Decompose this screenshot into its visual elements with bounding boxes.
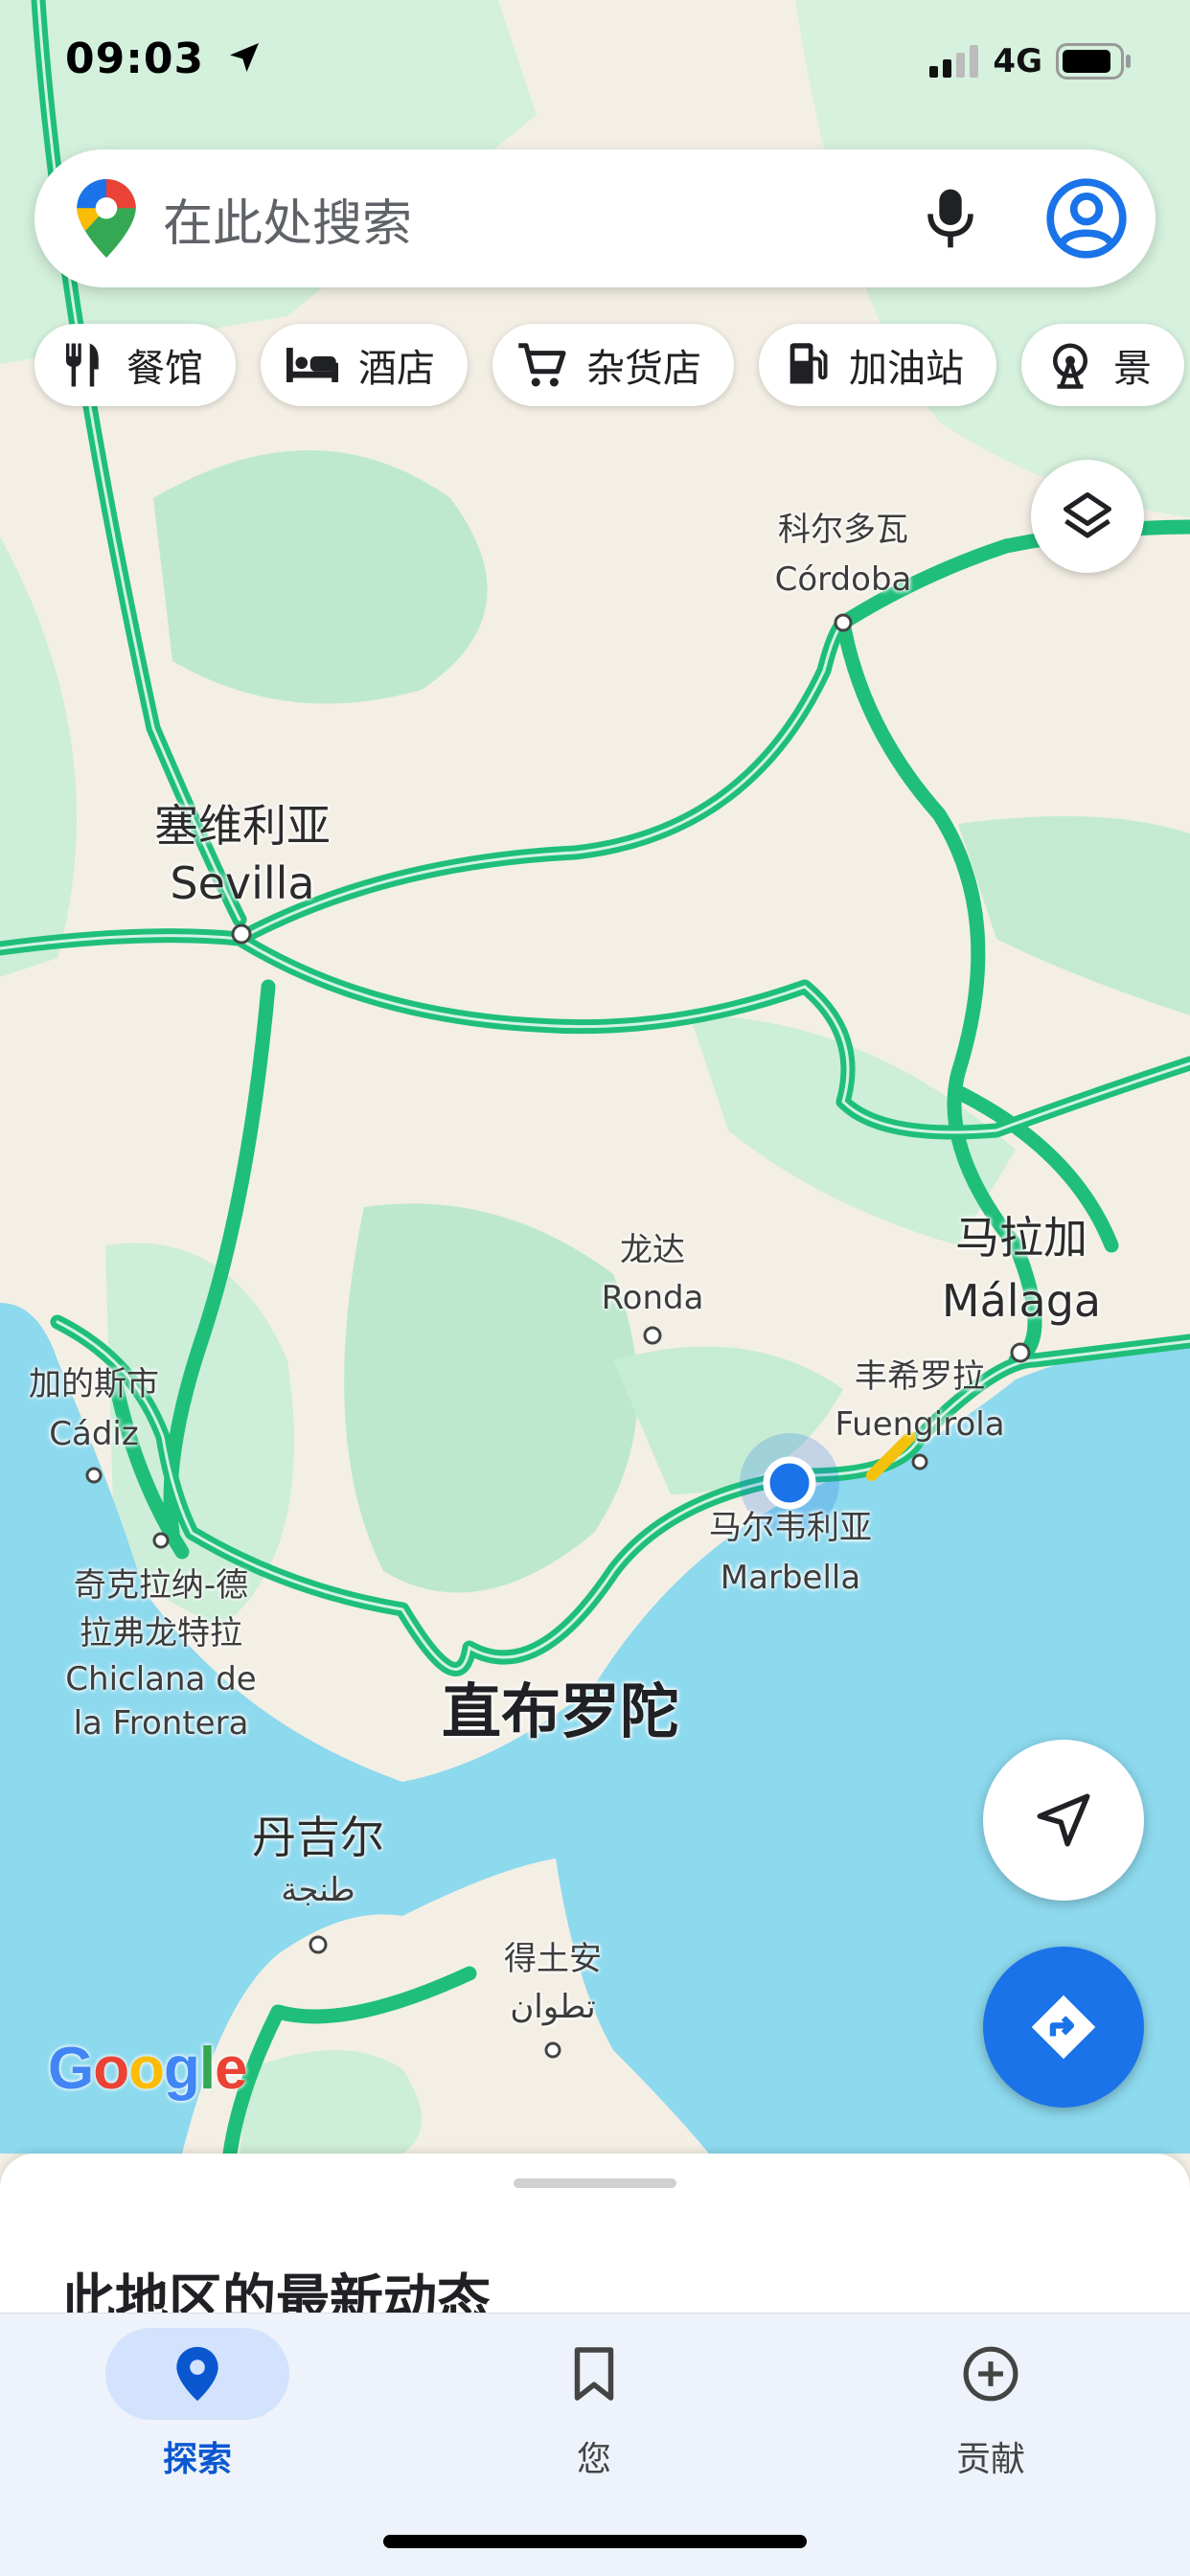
account-avatar-icon[interactable] bbox=[1046, 178, 1127, 259]
label-tangier-ar[interactable]: طنجة bbox=[281, 1870, 355, 1911]
city-dot-sevilla bbox=[231, 923, 252, 945]
restaurant-icon bbox=[66, 343, 99, 387]
label-gibraltar[interactable]: 直布罗陀 bbox=[442, 1675, 679, 1749]
chip-hotels[interactable]: 酒店 bbox=[261, 324, 468, 406]
home-indicator[interactable] bbox=[383, 2535, 807, 2548]
city-dot-chiclana bbox=[152, 1532, 170, 1549]
current-location-dot bbox=[763, 1456, 816, 1510]
label-cadiz-zh[interactable]: 加的斯市 bbox=[29, 1364, 159, 1405]
layers-icon bbox=[1064, 492, 1111, 538]
chip-attractions[interactable]: 景 bbox=[1021, 324, 1184, 406]
add-circle-icon bbox=[963, 2346, 1018, 2402]
nav-you-label: 您 bbox=[576, 2440, 611, 2479]
gas-icon bbox=[790, 343, 828, 384]
label-tetouan-ar[interactable]: تطوان bbox=[510, 1987, 595, 2028]
label-tangier-zh[interactable]: 丹吉尔 bbox=[252, 1811, 384, 1866]
label-tetouan-zh[interactable]: 得土安 bbox=[504, 1939, 602, 1980]
label-chiclana-en2[interactable]: la Frontera bbox=[74, 1703, 249, 1744]
nav-contribute-label: 贡献 bbox=[955, 2440, 1025, 2479]
label-chiclana-en[interactable]: Chiclana de bbox=[65, 1659, 256, 1700]
explore-pin-icon bbox=[176, 2346, 218, 2402]
status-icons: 4G bbox=[929, 42, 1133, 80]
chip-gas-stations[interactable]: 加油站 bbox=[759, 324, 996, 406]
city-dot-cordoba bbox=[834, 613, 853, 632]
directions-button[interactable] bbox=[983, 1947, 1144, 2108]
nav-contribute[interactable]: 贡献 bbox=[876, 2328, 1106, 2481]
search-input[interactable]: 在此处搜索 bbox=[163, 183, 924, 255]
cart-icon bbox=[518, 343, 566, 387]
label-marbella-zh[interactable]: 马尔韦利亚 bbox=[709, 1508, 872, 1549]
city-dot-cadiz bbox=[85, 1467, 103, 1484]
city-dot-fuengirola bbox=[911, 1453, 928, 1470]
label-cordoba-zh[interactable]: 科尔多瓦 bbox=[778, 510, 908, 551]
category-chips: 餐馆 酒店 杂货店 加油站 景 bbox=[34, 324, 1184, 406]
label-cordoba-en[interactable]: Córdoba bbox=[775, 559, 912, 601]
nav-explore-pill bbox=[105, 2328, 289, 2420]
sheet-drag-handle[interactable] bbox=[514, 2178, 676, 2188]
label-sevilla-en[interactable]: Sevilla bbox=[170, 856, 314, 912]
label-marbella-en[interactable]: Marbella bbox=[721, 1558, 860, 1599]
city-dot-tetouan bbox=[544, 2041, 561, 2059]
nav-you-pill bbox=[502, 2328, 686, 2420]
label-fuengirola-zh[interactable]: 丰希罗拉 bbox=[855, 1356, 985, 1398]
microphone-icon[interactable] bbox=[924, 187, 977, 250]
signal-icon bbox=[929, 45, 979, 78]
nav-you[interactable]: 您 bbox=[479, 2328, 709, 2481]
nav-contribute-pill bbox=[899, 2328, 1083, 2420]
google-logo: Google bbox=[48, 2036, 248, 2102]
battery-icon bbox=[1056, 43, 1131, 80]
search-bar[interactable]: 在此处搜索 bbox=[34, 149, 1156, 287]
label-chiclana-zh2[interactable]: 拉弗龙特拉 bbox=[80, 1613, 242, 1654]
chip-restaurants[interactable]: 餐馆 bbox=[34, 324, 236, 406]
label-malaga-en[interactable]: Málaga bbox=[942, 1274, 1101, 1330]
hotel-icon bbox=[286, 348, 338, 382]
label-sevilla-zh[interactable]: 塞维利亚 bbox=[154, 799, 331, 855]
label-fuengirola-en[interactable]: Fuengirola bbox=[835, 1404, 1004, 1446]
label-ronda-en[interactable]: Ronda bbox=[602, 1278, 704, 1319]
bookmark-icon bbox=[574, 2347, 614, 2401]
nav-explore[interactable]: 探索 bbox=[82, 2328, 312, 2481]
network-type: 4G bbox=[993, 42, 1042, 80]
status-time: 09:03 bbox=[65, 34, 263, 83]
label-cadiz-en[interactable]: Cádiz bbox=[49, 1414, 138, 1455]
city-dot-malaga bbox=[1010, 1342, 1031, 1363]
nav-explore-label: 探索 bbox=[162, 2440, 232, 2479]
attraction-icon bbox=[1053, 343, 1087, 389]
my-location-button[interactable] bbox=[983, 1740, 1144, 1901]
label-chiclana-zh[interactable]: 奇克拉纳-德 bbox=[74, 1565, 248, 1607]
label-malaga-zh[interactable]: 马拉加 bbox=[955, 1211, 1087, 1266]
park-area bbox=[240, 2050, 422, 2154]
label-ronda-zh[interactable]: 龙达 bbox=[620, 1230, 685, 1271]
map-layers-button[interactable] bbox=[1031, 460, 1144, 573]
city-dot-ronda bbox=[643, 1326, 662, 1345]
chip-groceries[interactable]: 杂货店 bbox=[492, 324, 734, 406]
navigation-arrow-icon bbox=[1037, 1793, 1090, 1847]
maps-pin-logo-icon bbox=[77, 179, 136, 258]
directions-icon bbox=[1031, 1995, 1096, 2060]
city-dot-tangier bbox=[309, 1935, 328, 1954]
location-arrow-icon bbox=[230, 43, 260, 72]
